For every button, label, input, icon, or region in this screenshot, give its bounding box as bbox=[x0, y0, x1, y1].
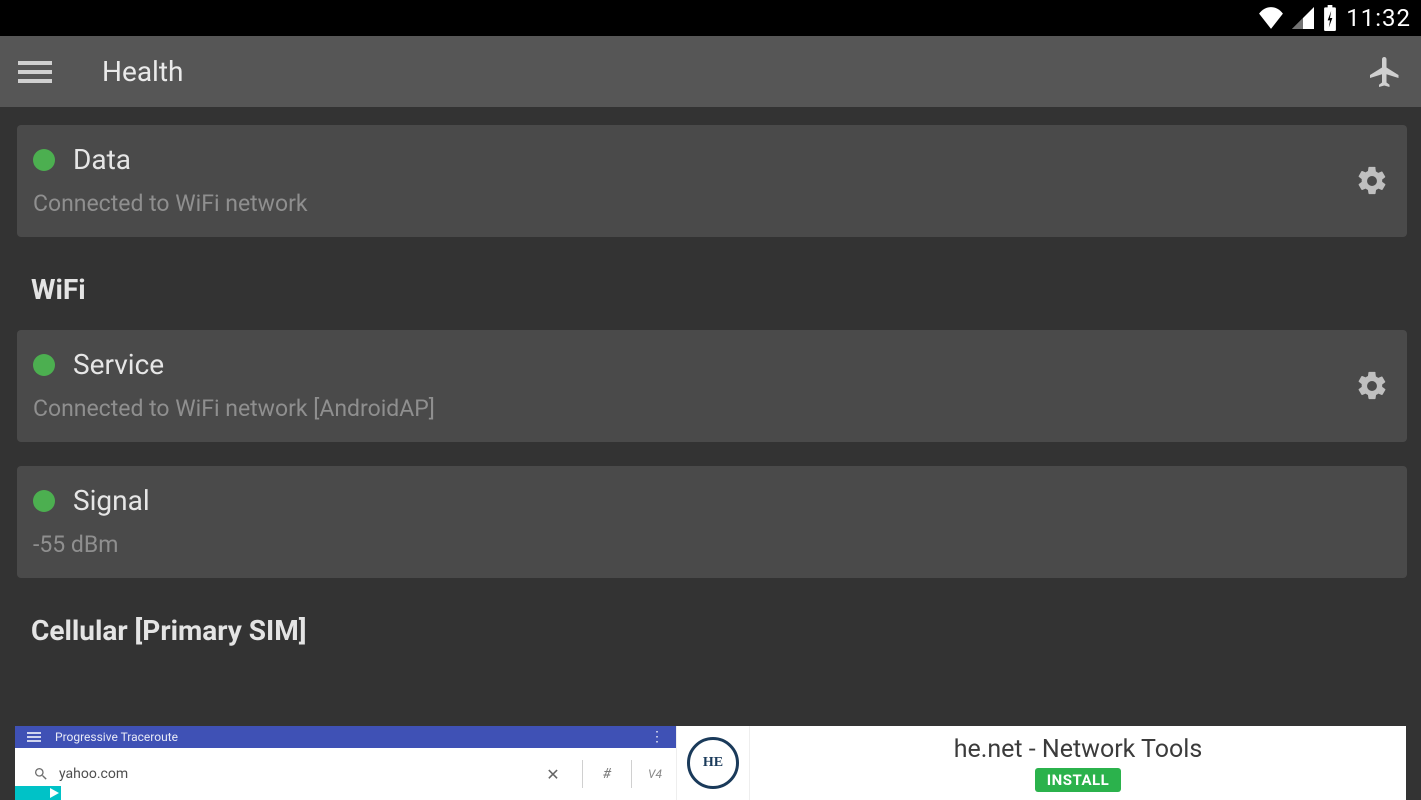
card-service[interactable]: Service Connected to WiFi network [Andro… bbox=[17, 330, 1407, 442]
ad-preview-appbar: Progressive Traceroute ⋮ bbox=[15, 726, 676, 748]
system-status-bar: 11:32 bbox=[0, 0, 1421, 36]
ad-preview-title: Progressive Traceroute bbox=[55, 730, 178, 744]
ad-preview-v4: V4 bbox=[642, 767, 668, 781]
install-button[interactable]: INSTALL bbox=[1035, 768, 1122, 792]
cell-signal-icon bbox=[1292, 7, 1314, 29]
app-bar: Health bbox=[0, 36, 1421, 107]
ad-preview-searchrow: yahoo.com ✕ # V4 bbox=[15, 748, 676, 800]
adchoices-icon[interactable] bbox=[15, 786, 61, 800]
card-service-subtitle: Connected to WiFi network [AndroidAP] bbox=[33, 395, 1391, 422]
card-data-title: Data bbox=[73, 143, 131, 176]
card-service-title: Service bbox=[73, 348, 164, 381]
status-clock: 11:32 bbox=[1346, 4, 1411, 32]
airplane-mode-icon[interactable] bbox=[1367, 54, 1403, 90]
section-title-wifi: WiFi bbox=[17, 273, 1407, 306]
close-icon: ✕ bbox=[534, 765, 571, 784]
card-signal-subtitle: -55 dBm bbox=[33, 531, 1391, 558]
status-indicator-dot bbox=[33, 354, 55, 376]
gear-icon[interactable] bbox=[1355, 164, 1389, 198]
menu-icon bbox=[27, 732, 41, 742]
more-icon: ⋮ bbox=[650, 729, 664, 745]
battery-charging-icon bbox=[1322, 5, 1338, 31]
ad-right-pane[interactable]: HE he.net - Network Tools INSTALL bbox=[676, 726, 1406, 800]
content-area: Data Connected to WiFi network WiFi Serv… bbox=[0, 107, 1421, 647]
page-title: Health bbox=[102, 55, 183, 88]
status-indicator-dot bbox=[33, 490, 55, 512]
card-signal[interactable]: Signal -55 dBm bbox=[17, 466, 1407, 578]
menu-icon[interactable] bbox=[18, 55, 52, 89]
card-signal-title: Signal bbox=[73, 484, 150, 517]
card-data[interactable]: Data Connected to WiFi network bbox=[17, 125, 1407, 237]
wifi-icon bbox=[1258, 7, 1284, 29]
search-icon bbox=[33, 766, 49, 782]
ad-preview-pane: Progressive Traceroute ⋮ yahoo.com ✕ # V… bbox=[15, 726, 676, 800]
ad-preview-search-text: yahoo.com bbox=[59, 766, 524, 782]
card-data-subtitle: Connected to WiFi network bbox=[33, 190, 1391, 217]
ad-preview-hash: # bbox=[593, 766, 621, 782]
section-title-cellular: Cellular [Primary SIM] bbox=[17, 614, 1407, 647]
ad-banner[interactable]: Progressive Traceroute ⋮ yahoo.com ✕ # V… bbox=[15, 726, 1406, 800]
status-indicator-dot bbox=[33, 149, 55, 171]
ad-app-icon: HE bbox=[676, 726, 750, 800]
gear-icon[interactable] bbox=[1355, 369, 1389, 403]
ad-headline: he.net - Network Tools bbox=[954, 735, 1203, 764]
